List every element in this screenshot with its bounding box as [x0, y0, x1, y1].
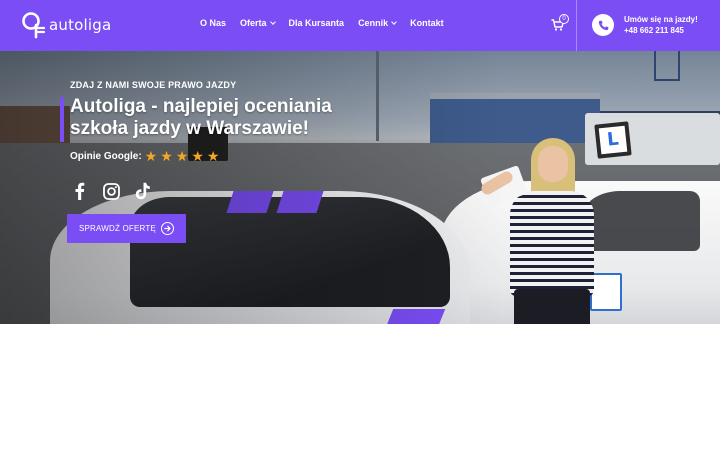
- nav-item-oferta[interactable]: Oferta: [240, 18, 276, 28]
- arrow-right-circle-icon: [161, 222, 175, 235]
- logo-text: autoliga: [49, 16, 112, 34]
- nav-label: Cennik: [358, 18, 389, 28]
- nav-label: O Nas: [200, 18, 227, 28]
- facebook-icon: [75, 182, 84, 200]
- hero-title-accent: [60, 97, 64, 142]
- cart-count-badge: 0: [559, 14, 569, 24]
- chevron-down-icon: [391, 18, 397, 25]
- check-offer-button[interactable]: SPRAWDŹ OFERTĘ: [67, 214, 186, 243]
- nav-item-cennik[interactable]: Cennik: [358, 18, 397, 28]
- nav-label: Kontakt: [410, 18, 444, 28]
- tiktok-icon: [135, 182, 150, 200]
- content-area: [0, 324, 720, 450]
- hero-eyebrow: ZDAJ Z NAMI SWOJE PRAWO JAZDY: [70, 80, 237, 90]
- nav-label: Dla Kursanta: [288, 18, 345, 28]
- nav-item-o-nas[interactable]: O Nas: [200, 18, 226, 28]
- rating-label: Opinie Google:: [70, 150, 142, 162]
- check-offer-label: SPRAWDŹ OFERTĘ: [78, 224, 157, 233]
- phone-button[interactable]: [592, 14, 614, 36]
- instagram-icon: [102, 182, 120, 200]
- main-nav: O Nas Oferta Dla Kursanta Cennik Kontakt: [200, 18, 444, 28]
- cta-title: Umów się na jazdy!: [624, 15, 698, 24]
- tiktok-link[interactable]: [134, 182, 152, 200]
- nav-item-kontakt[interactable]: Kontakt: [410, 18, 444, 28]
- star-icon: ★: [160, 148, 173, 164]
- page: autoliga O Nas Oferta Dla Kursanta Cenni…: [0, 0, 720, 450]
- logo[interactable]: autoliga: [21, 11, 111, 39]
- star-icon: ★: [144, 148, 158, 164]
- instagram-link[interactable]: [102, 182, 120, 200]
- logo-mark-icon: [22, 12, 45, 39]
- cart-button[interactable]: 0: [551, 14, 571, 32]
- facebook-link[interactable]: [70, 182, 88, 200]
- google-rating: Opinie Google: ★ ★ ★ ★ ★: [70, 148, 220, 164]
- cta-phone-number[interactable]: +48 662 211 845: [624, 26, 684, 35]
- hero-section: L ZDAJ Z NAMI SWOJE PRAWO JAZDY Autoliga…: [0, 51, 720, 324]
- header-divider: [576, 0, 577, 51]
- star-icon: ★: [206, 148, 220, 164]
- star-icon: ★: [191, 148, 204, 164]
- nav-item-dla-kursanta[interactable]: Dla Kursanta: [289, 18, 345, 28]
- chevron-down-icon: [269, 18, 276, 25]
- site-header: autoliga O Nas Oferta Dla Kursanta Cenni…: [0, 0, 720, 51]
- phone-icon: [598, 20, 608, 30]
- social-links: [70, 182, 152, 200]
- hero-title: Autoliga - najlepiej oceniania szkoła ja…: [70, 96, 332, 139]
- nav-label: Oferta: [240, 18, 267, 28]
- star-icon: ★: [175, 148, 189, 164]
